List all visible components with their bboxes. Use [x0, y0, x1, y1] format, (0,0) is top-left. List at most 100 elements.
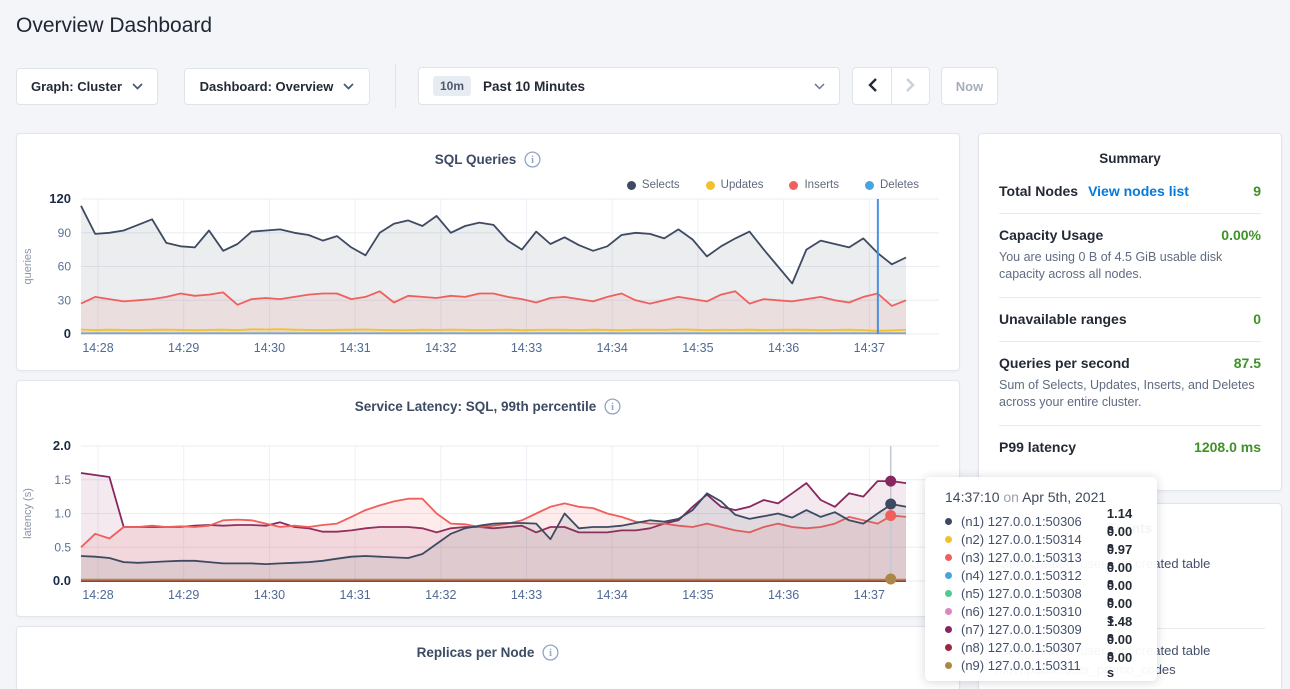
- svg-text:14:34: 14:34: [597, 588, 628, 602]
- sql-queries-panel: SQL Queries i SelectsUpdatesInsertsDelet…: [16, 133, 960, 371]
- time-range-dropdown[interactable]: 10m Past 10 Minutes: [418, 67, 840, 105]
- svg-text:14:36: 14:36: [768, 341, 799, 355]
- summary-row-value: 0: [1253, 311, 1261, 327]
- svg-text:0.5: 0.5: [54, 540, 71, 554]
- time-next-button[interactable]: [891, 68, 929, 104]
- svg-text:2.0: 2.0: [53, 438, 71, 453]
- svg-text:14:28: 14:28: [82, 341, 113, 355]
- svg-text:60: 60: [58, 260, 72, 274]
- svg-text:14:37: 14:37: [854, 341, 885, 355]
- node-color-dot-icon: [945, 554, 952, 561]
- legend-dot-icon: [865, 181, 874, 190]
- tooltip-node-row: (n9) 127.0.0.1:503110.00 s: [945, 656, 1143, 674]
- summary-row-subtext: You are using 0 B of 4.5 GiB usable disk…: [999, 249, 1261, 283]
- time-prev-button[interactable]: [853, 68, 891, 104]
- chart-hover-tooltip: 14:37:10 on Apr 5th, 2021 (n1) 127.0.0.1…: [925, 477, 1157, 681]
- summary-row: Queries per second 87.5 Sum of Selects, Up…: [999, 342, 1261, 426]
- chevron-down-icon: [132, 83, 143, 90]
- summary-row-value: 9: [1253, 183, 1261, 199]
- node-color-dot-icon: [945, 608, 952, 615]
- svg-text:14:33: 14:33: [511, 341, 542, 355]
- view-nodes-list-link[interactable]: View nodes list: [1088, 183, 1189, 199]
- summary-row: Capacity Usage 0.00% You are using 0 B of …: [999, 214, 1261, 298]
- summary-row-label: Queries per second: [999, 355, 1130, 371]
- legend-dot-icon: [789, 181, 798, 190]
- svg-text:14:29: 14:29: [168, 588, 199, 602]
- replicas-per-node-title: Replicas per Node i: [17, 644, 959, 661]
- svg-text:0: 0: [64, 326, 71, 341]
- replicas-per-node-panel: Replicas per Node i: [16, 626, 960, 689]
- sql-chart-legend: Selects Updates Inserts Deletes: [627, 179, 919, 191]
- info-icon[interactable]: i: [542, 644, 559, 661]
- legend-item-selects[interactable]: Selects: [627, 179, 680, 191]
- node-color-dot-icon: [945, 626, 952, 633]
- time-pager: [852, 67, 930, 105]
- service-latency-panel: Service Latency: SQL, 99th percentile i …: [16, 380, 960, 617]
- sql-queries-chart[interactable]: 030609012014:2814:2914:3014:3114:3214:33…: [17, 184, 961, 369]
- svg-text:i: i: [611, 402, 614, 413]
- svg-text:i: i: [531, 155, 534, 166]
- summary-row-label: Unavailable ranges: [999, 311, 1127, 327]
- summary-row: Unavailable ranges 0: [999, 298, 1261, 342]
- svg-text:14:31: 14:31: [339, 588, 370, 602]
- service-latency-chart[interactable]: 0.00.51.01.52.014:2814:2914:3014:3114:32…: [17, 431, 961, 616]
- graph-dropdown-label: Graph: Cluster: [31, 79, 122, 94]
- chevron-down-icon: [814, 83, 825, 90]
- legend-item-updates[interactable]: Updates: [706, 179, 764, 191]
- summary-row-subtext: Sum of Selects, Updates, Inserts, and De…: [999, 377, 1261, 411]
- svg-text:queries: queries: [22, 248, 34, 285]
- chevron-left-icon: [868, 78, 877, 95]
- chevron-right-icon: [906, 78, 915, 95]
- summary-row: P99 latency 1208.0 ms: [999, 426, 1261, 469]
- node-color-dot-icon: [945, 572, 952, 579]
- overview-dashboard-page: Overview Dashboard Graph: Cluster Dashbo…: [0, 0, 1290, 689]
- svg-text:14:35: 14:35: [682, 588, 713, 602]
- node-color-dot-icon: [945, 518, 952, 525]
- node-color-dot-icon: [945, 590, 952, 597]
- time-range-label: Past 10 Minutes: [483, 79, 585, 94]
- svg-text:latency (s): latency (s): [22, 488, 34, 539]
- time-range-badge: 10m: [433, 76, 471, 96]
- svg-text:14:29: 14:29: [168, 341, 199, 355]
- svg-text:14:34: 14:34: [597, 341, 628, 355]
- tooltip-rows: (n1) 127.0.0.1:503061.14 s(n2) 127.0.0.1…: [945, 512, 1143, 674]
- svg-text:1.5: 1.5: [54, 473, 71, 487]
- summary-row-value: 87.5: [1234, 355, 1261, 371]
- summary-title: Summary: [999, 134, 1261, 170]
- chevron-down-icon: [343, 83, 354, 90]
- graph-dropdown[interactable]: Graph: Cluster: [16, 68, 158, 105]
- summary-row-value: 0.00%: [1221, 227, 1261, 243]
- summary-row-value: 1208.0 ms: [1194, 439, 1261, 455]
- node-color-dot-icon: [945, 536, 952, 543]
- svg-text:i: i: [550, 648, 553, 659]
- summary-row-label: P99 latency: [999, 439, 1076, 455]
- svg-text:14:35: 14:35: [682, 341, 713, 355]
- legend-item-inserts[interactable]: Inserts: [789, 179, 839, 191]
- summary-row-label: Total Nodes: [999, 183, 1078, 199]
- svg-text:1.0: 1.0: [54, 507, 71, 521]
- dashboard-dropdown-label: Dashboard: Overview: [200, 79, 334, 94]
- svg-text:14:32: 14:32: [425, 588, 456, 602]
- node-color-dot-icon: [945, 644, 952, 651]
- summary-rows: Total Nodes View nodes list 9 Capacity Usag…: [999, 170, 1261, 469]
- summary-row: Total Nodes View nodes list 9: [999, 170, 1261, 214]
- summary-panel: Summary Total Nodes View nodes list 9 Capac…: [978, 133, 1282, 491]
- svg-text:14:37: 14:37: [854, 588, 885, 602]
- page-title: Overview Dashboard: [16, 14, 212, 38]
- service-latency-title: Service Latency: SQL, 99th percentile i: [17, 398, 959, 415]
- summary-row-label: Capacity Usage: [999, 227, 1103, 243]
- svg-text:14:28: 14:28: [82, 588, 113, 602]
- svg-text:90: 90: [58, 226, 72, 240]
- now-button[interactable]: Now: [941, 67, 998, 105]
- node-color-dot-icon: [945, 662, 952, 669]
- toolbar-divider: [395, 64, 396, 108]
- legend-item-deletes[interactable]: Deletes: [865, 179, 919, 191]
- svg-text:14:36: 14:36: [768, 588, 799, 602]
- info-icon[interactable]: i: [524, 151, 541, 168]
- dashboard-dropdown[interactable]: Dashboard: Overview: [184, 68, 370, 105]
- svg-text:30: 30: [58, 293, 72, 307]
- svg-text:14:30: 14:30: [254, 588, 285, 602]
- svg-text:14:31: 14:31: [339, 341, 370, 355]
- info-icon[interactable]: i: [604, 398, 621, 415]
- svg-text:14:33: 14:33: [511, 588, 542, 602]
